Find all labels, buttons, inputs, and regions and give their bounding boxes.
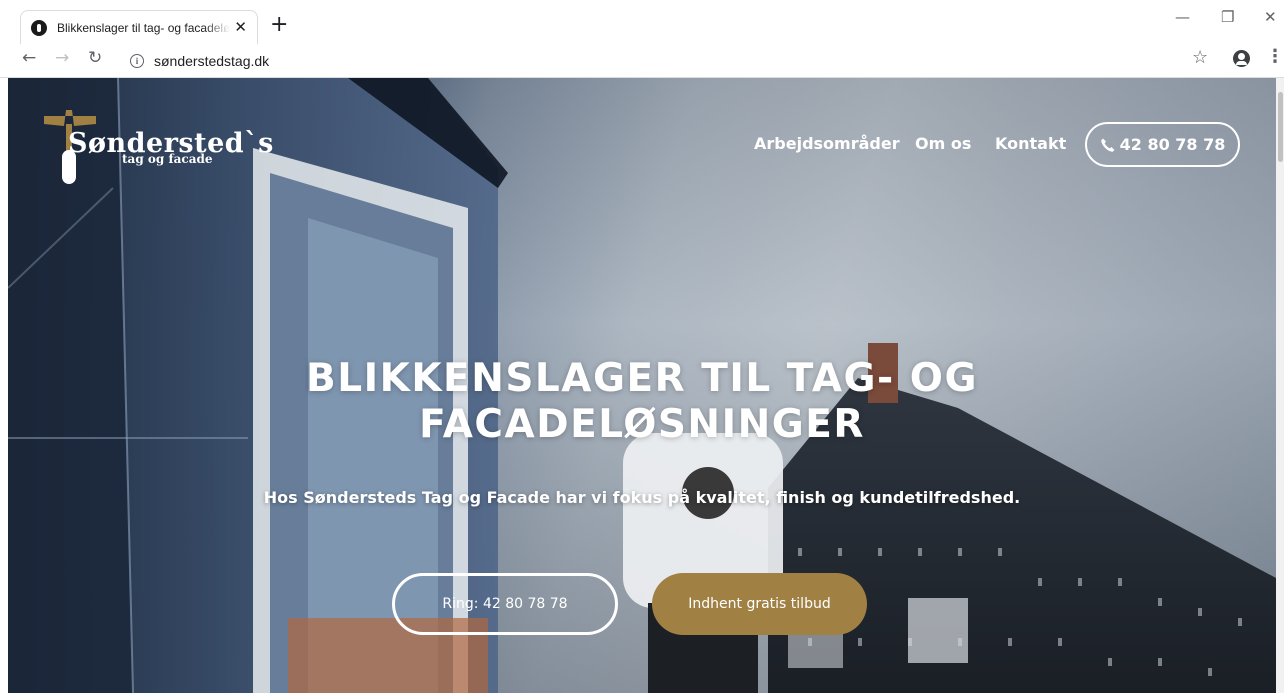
reload-icon[interactable]: ↻ — [88, 50, 102, 67]
hero-title-line2: FACADELØSNINGER — [419, 402, 865, 447]
phone-icon — [1100, 138, 1115, 152]
new-tab-button[interactable]: + — [270, 14, 288, 36]
arrow-left-icon[interactable]: ← — [22, 50, 36, 67]
kebab-menu-icon[interactable]: ⋮ — [1266, 48, 1284, 66]
url-text[interactable]: sønderstedstag.dk — [154, 53, 269, 69]
nav-link-kontakt[interactable]: Kontakt — [995, 134, 1066, 153]
phone-number: 42 80 78 78 — [1119, 135, 1226, 154]
scrollbar-thumb[interactable] — [1278, 92, 1283, 162]
star-icon[interactable]: ☆ — [1192, 49, 1208, 67]
page-scrollbar[interactable] — [1276, 78, 1284, 693]
address-bar[interactable]: i sønderstedstag.dk — [118, 47, 1228, 75]
profile-icon[interactable] — [1233, 50, 1250, 67]
tab-close-icon[interactable]: ✕ — [234, 20, 247, 35]
site-favicon-icon — [31, 19, 47, 36]
browser-tab[interactable]: Blikkenslager til tag- og facadeløsninge… — [20, 10, 258, 44]
arrow-right-icon[interactable]: → — [55, 50, 69, 67]
window-minimize-icon[interactable]: — — [1175, 10, 1190, 25]
hero-subtitle: Hos Søndersteds Tag og Facade har vi fok… — [263, 488, 1021, 507]
phone-button[interactable]: 42 80 78 78 — [1085, 122, 1240, 167]
free-quote-button[interactable]: Indhent gratis tilbud — [652, 573, 867, 635]
browser-toolbar: ← → ↻ i sønderstedstag.dk ☆ ⋮ — [0, 44, 1284, 78]
logo-subtitle: tag og facade — [122, 152, 213, 166]
page-viewport: Søndersted`s tag og facade Arbejdsområde… — [8, 78, 1276, 693]
tab-title: Blikkenslager til tag- og facadeløsninge… — [57, 20, 231, 35]
hero-title-line1: BLIKKENSLAGER TIL TAG- OG — [306, 356, 978, 401]
hero-title: BLIKKENSLAGER TIL TAG- OG FACADELØSNINGE… — [8, 356, 1276, 448]
nav-link-arbejdsomraader[interactable]: Arbejdsområder — [754, 134, 900, 153]
nav-link-om-os[interactable]: Om os — [915, 134, 971, 153]
window-restore-icon[interactable]: ❐ — [1221, 10, 1234, 25]
browser-tabstrip: Blikkenslager til tag- og facadeløsninge… — [0, 0, 1284, 44]
window-close-icon[interactable]: ✕ — [1264, 10, 1277, 25]
info-icon[interactable]: i — [130, 54, 144, 68]
call-button[interactable]: Ring: 42 80 78 78 — [392, 573, 618, 635]
